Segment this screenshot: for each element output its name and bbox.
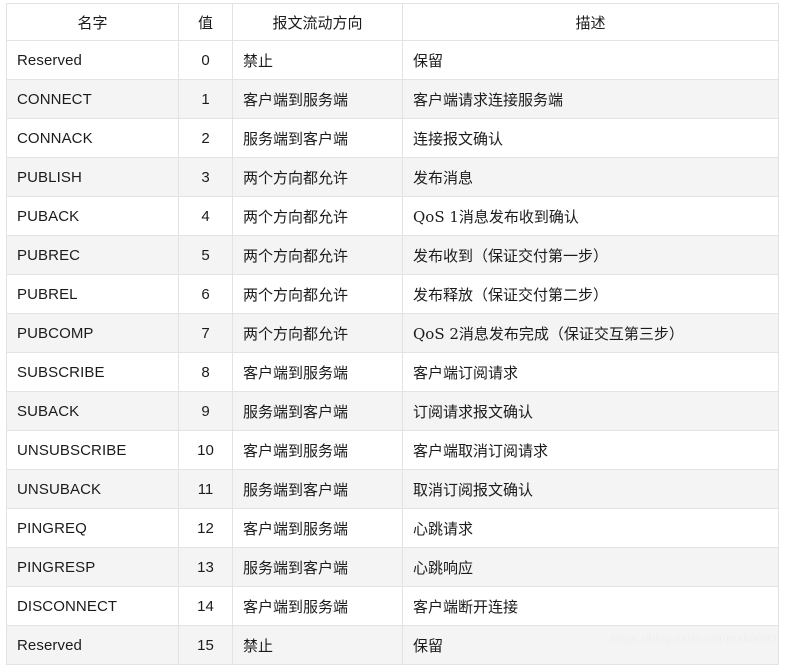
cell-name: PUBCOMP: [6, 313, 179, 353]
table-row: PUBREL 6 两个方向都允许 发布释放（保证交付第二步）: [6, 274, 779, 314]
cell-value: 10: [178, 430, 233, 470]
cell-direction: 禁止: [232, 625, 403, 665]
table-body: Reserved 0 禁止 保留 CONNECT 1 客户端到服务端 客户端请求连接服务端 CO…: [6, 40, 779, 665]
column-header-direction: 报文流动方向: [232, 3, 403, 41]
table-row: UNSUBACK 11 服务端到客户端 取消订阅报文确认: [6, 469, 779, 509]
cell-value: 13: [178, 547, 233, 587]
cell-direction: 服务端到客户端: [232, 547, 403, 587]
table-row: Reserved 0 禁止 保留: [6, 40, 779, 80]
cell-description: 发布释放（保证交付第二步）: [402, 274, 779, 314]
table-row: PUBLISH 3 两个方向都允许 发布消息: [6, 157, 779, 197]
cell-name: SUBSCRIBE: [6, 352, 179, 392]
cell-value: 0: [178, 40, 233, 80]
cell-description: QoS 2消息发布完成（保证交互第三步）: [402, 313, 779, 353]
cell-name: CONNACK: [6, 118, 179, 158]
table-row: UNSUBSCRIBE 10 客户端到服务端 客户端取消订阅请求: [6, 430, 779, 470]
cell-name: PUBREC: [6, 235, 179, 275]
cell-description: 订阅请求报文确认: [402, 391, 779, 431]
cell-name: Reserved: [6, 625, 179, 665]
table-row: DISCONNECT 14 客户端到服务端 客户端断开连接: [6, 586, 779, 626]
cell-direction: 两个方向都允许: [232, 235, 403, 275]
cell-name: PUBREL: [6, 274, 179, 314]
cell-value: 2: [178, 118, 233, 158]
table-row: SUBSCRIBE 8 客户端到服务端 客户端订阅请求: [6, 352, 779, 392]
cell-name: PINGRESP: [6, 547, 179, 587]
cell-direction: 两个方向都允许: [232, 274, 403, 314]
cell-name: CONNECT: [6, 79, 179, 119]
table-row: PUBCOMP 7 两个方向都允许 QoS 2消息发布完成（保证交互第三步）: [6, 313, 779, 353]
column-header-description: 描述: [402, 3, 779, 41]
cell-description: 客户端请求连接服务端: [402, 79, 779, 119]
cell-description: 客户端订阅请求: [402, 352, 779, 392]
cell-value: 5: [178, 235, 233, 275]
cell-direction: 禁止: [232, 40, 403, 80]
cell-description: 连接报文确认: [402, 118, 779, 158]
cell-value: 7: [178, 313, 233, 353]
cell-direction: 客户端到服务端: [232, 430, 403, 470]
table-row: Reserved 15 禁止 保留: [6, 625, 779, 665]
cell-value: 14: [178, 586, 233, 626]
cell-description: 保留: [402, 625, 779, 665]
cell-direction: 两个方向都允许: [232, 313, 403, 353]
cell-value: 3: [178, 157, 233, 197]
cell-value: 4: [178, 196, 233, 236]
cell-description: 保留: [402, 40, 779, 80]
cell-direction: 客户端到服务端: [232, 79, 403, 119]
column-header-name: 名字: [6, 3, 179, 41]
table-row: PINGREQ 12 客户端到服务端 心跳请求: [6, 508, 779, 548]
cell-direction: 客户端到服务端: [232, 352, 403, 392]
cell-description: 客户端断开连接: [402, 586, 779, 626]
table-row: CONNACK 2 服务端到客户端 连接报文确认: [6, 118, 779, 158]
cell-direction: 服务端到客户端: [232, 469, 403, 509]
cell-description: 客户端取消订阅请求: [402, 430, 779, 470]
cell-name: PINGREQ: [6, 508, 179, 548]
cell-value: 11: [178, 469, 233, 509]
cell-value: 1: [178, 79, 233, 119]
cell-direction: 客户端到服务端: [232, 508, 403, 548]
table-row: SUBACK 9 服务端到客户端 订阅请求报文确认: [6, 391, 779, 431]
cell-direction: 两个方向都允许: [232, 196, 403, 236]
cell-value: 15: [178, 625, 233, 665]
cell-description: QoS 1消息发布收到确认: [402, 196, 779, 236]
cell-value: 8: [178, 352, 233, 392]
cell-direction: 服务端到客户端: [232, 391, 403, 431]
cell-description: 取消订阅报文确认: [402, 469, 779, 509]
cell-name: Reserved: [6, 40, 179, 80]
table-row: PUBACK 4 两个方向都允许 QoS 1消息发布收到确认: [6, 196, 779, 236]
table-row: PUBREC 5 两个方向都允许 发布收到（保证交付第一步）: [6, 235, 779, 275]
table-header-row: 名字 值 报文流动方向 描述: [6, 3, 779, 41]
table-header: 名字 值 报文流动方向 描述: [6, 3, 779, 41]
cell-direction: 客户端到服务端: [232, 586, 403, 626]
cell-name: PUBACK: [6, 196, 179, 236]
cell-value: 12: [178, 508, 233, 548]
mqtt-control-packet-table: 名字 值 报文流动方向 描述 Reserved 0 禁止 保留 CONNECT 1 客户端到…: [6, 3, 779, 665]
cell-value: 9: [178, 391, 233, 431]
cell-direction: 两个方向都允许: [232, 157, 403, 197]
cell-name: UNSUBSCRIBE: [6, 430, 179, 470]
cell-description: 发布收到（保证交付第一步）: [402, 235, 779, 275]
cell-description: 心跳请求: [402, 508, 779, 548]
cell-name: PUBLISH: [6, 157, 179, 197]
cell-name: SUBACK: [6, 391, 179, 431]
packet-type-table-container: 名字 值 报文流动方向 描述 Reserved 0 禁止 保留 CONNECT 1 客户端到…: [6, 3, 779, 665]
table-row: PINGRESP 13 服务端到客户端 心跳响应: [6, 547, 779, 587]
cell-description: 心跳响应: [402, 547, 779, 587]
cell-name: UNSUBACK: [6, 469, 179, 509]
cell-description: 发布消息: [402, 157, 779, 197]
cell-value: 6: [178, 274, 233, 314]
table-row: CONNECT 1 客户端到服务端 客户端请求连接服务端: [6, 79, 779, 119]
cell-name: DISCONNECT: [6, 586, 179, 626]
column-header-value: 值: [178, 3, 233, 41]
cell-direction: 服务端到客户端: [232, 118, 403, 158]
